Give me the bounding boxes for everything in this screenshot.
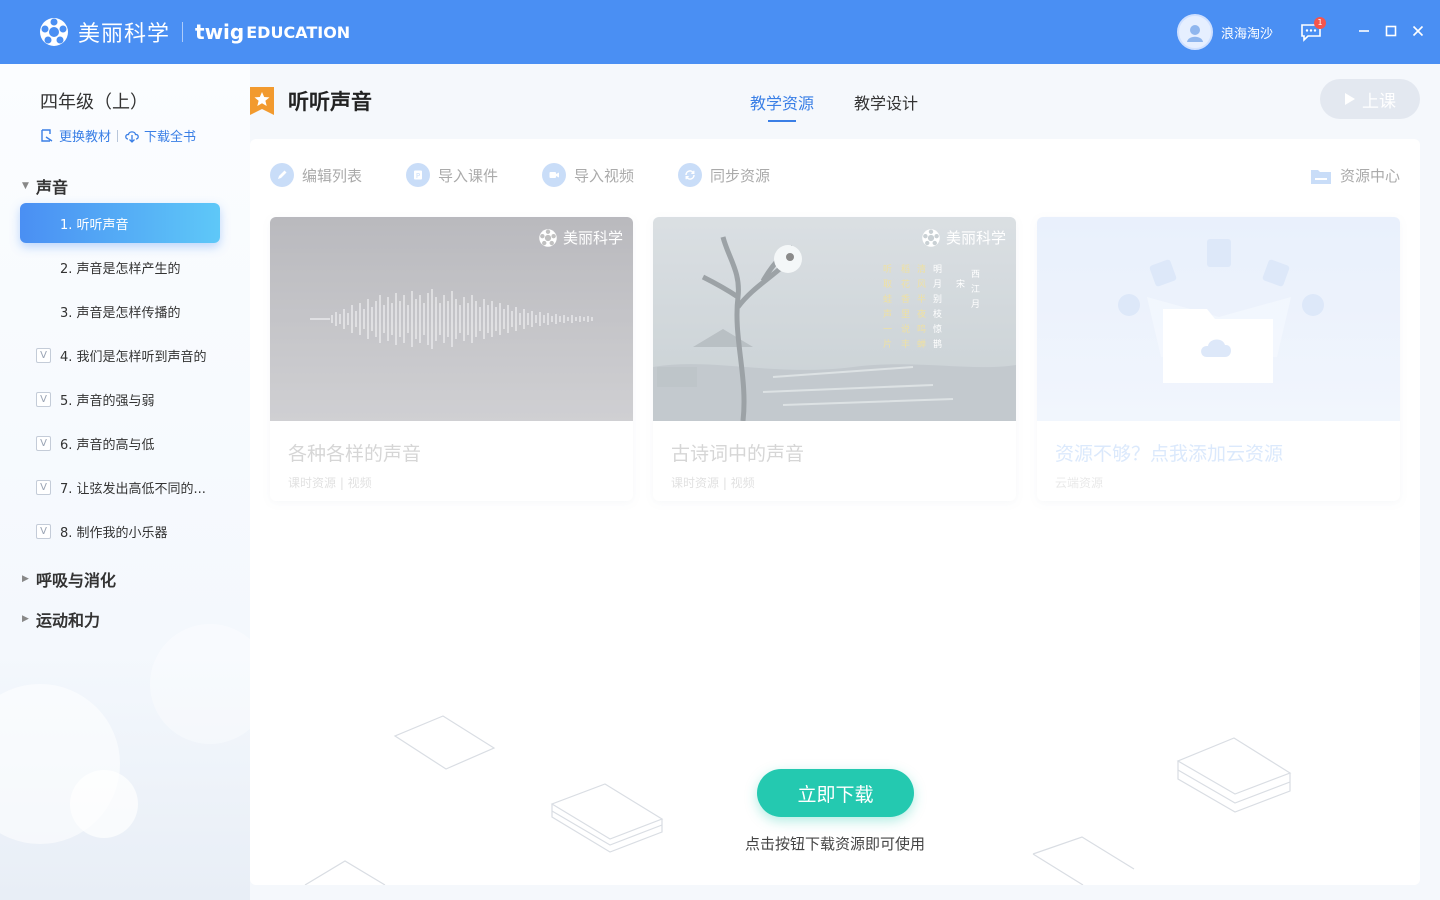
lesson-title: 听听声音: [288, 90, 372, 114]
unit-breathing-digestion[interactable]: ▶ 呼吸与消化: [22, 567, 116, 591]
download-book-label: 下载全书: [144, 130, 197, 145]
lesson-item-3[interactable]: 3. 声音是怎样传播的: [20, 291, 220, 331]
unit-label: 运动和力: [36, 611, 101, 630]
partner-education: EDUCATION: [246, 22, 351, 42]
resource-panel: 编辑列表 P 导入课件 导入视频 同步资源 资源中心 美丽科学 各种各样的声音 …: [250, 139, 1420, 885]
lesson-item-8[interactable]: V 8. 制作我的小乐器: [20, 511, 220, 551]
book-actions: 更换教材 下载全书: [40, 126, 196, 145]
user-avatar-icon: [1187, 25, 1203, 42]
unit-motion-force[interactable]: ▶ 运动和力: [22, 607, 100, 631]
lesson-label: 5. 声音的强与弱: [60, 393, 155, 409]
change-book-link[interactable]: 更换教材: [40, 126, 111, 145]
lesson-header: 听听声音: [250, 86, 372, 116]
user-menu[interactable]: 浪海淘沙: [1177, 14, 1273, 50]
download-now-button[interactable]: 立即下载: [757, 769, 914, 817]
grade-title: 四年级（上）: [40, 92, 148, 113]
partner-twig: twig: [195, 20, 245, 44]
tab-teaching-design[interactable]: 教学设计: [854, 90, 918, 122]
lesson-label: 2. 声音是怎样产生的: [60, 261, 181, 277]
start-class-button[interactable]: 上课: [1320, 79, 1420, 119]
brand-logo-icon: [40, 18, 68, 46]
sidebar-decoration: [70, 770, 138, 838]
sidebar: 四年级（上） 更换教材 下载全书 ▼ 声音 1. 听听声音 2. 声音是怎样产生…: [0, 64, 250, 900]
maximize-icon: [1385, 25, 1397, 37]
unit-sound[interactable]: ▼ 声音: [22, 174, 68, 198]
user-name[interactable]: 浪海淘沙: [1221, 23, 1273, 42]
content-tabs: 教学资源 教学设计: [750, 90, 918, 122]
lesson-check-icon: V: [36, 347, 51, 363]
close-button[interactable]: [1410, 22, 1426, 40]
lesson-item-7[interactable]: V 7. 让弦发出高低不同的...: [20, 467, 220, 507]
lesson-label: 6. 声音的高与低: [60, 437, 155, 453]
download-hint: 点击按钮下载资源即可使用: [744, 835, 925, 853]
message-button[interactable]: 1: [1300, 17, 1326, 42]
caret-right-icon: ▶: [22, 614, 29, 624]
lesson-item-1[interactable]: 1. 听听声音: [20, 203, 220, 243]
swap-book-icon: [41, 129, 53, 142]
lesson-check-icon: V: [36, 391, 51, 407]
lesson-check-icon: V: [36, 523, 51, 539]
brand-name: 美丽科学: [78, 22, 171, 47]
sidebar-decoration: [150, 624, 250, 744]
avatar[interactable]: [1177, 14, 1213, 50]
lesson-item-2[interactable]: 2. 声音是怎样产生的: [20, 247, 220, 287]
maximize-button[interactable]: [1383, 22, 1399, 40]
caret-down-icon: ▼: [22, 181, 29, 191]
title-bar: 美丽科学 twig EDUCATION 浪海淘沙 1: [0, 0, 1440, 64]
minimize-icon: [1359, 30, 1369, 32]
lesson-item-6[interactable]: V 6. 声音的高与低: [20, 423, 220, 463]
caret-right-icon: ▶: [22, 574, 29, 584]
download-book-link[interactable]: 下载全书: [124, 126, 196, 145]
lesson-item-4[interactable]: V 4. 我们是怎样听到声音的: [20, 335, 220, 375]
brand-divider: [182, 22, 184, 42]
lesson-check-icon: V: [36, 435, 51, 451]
brand: 美丽科学 twig EDUCATION: [38, 16, 350, 48]
lesson-label: 1. 听听声音: [60, 217, 129, 233]
close-icon: [1412, 25, 1424, 37]
link-divider: [117, 129, 119, 142]
lesson-label: 3. 声音是怎样传播的: [60, 305, 181, 321]
message-count-badge: 1: [1314, 17, 1326, 29]
start-class-label: 上课: [1362, 91, 1396, 112]
change-book-label: 更换教材: [59, 130, 112, 145]
lesson-label: 8. 制作我的小乐器: [60, 525, 168, 541]
unit-label: 呼吸与消化: [36, 571, 117, 590]
minimize-button[interactable]: [1356, 22, 1372, 40]
tab-teaching-resources[interactable]: 教学资源: [750, 90, 814, 122]
lesson-label: 4. 我们是怎样听到声音的: [60, 349, 207, 365]
cloud-download-icon: [125, 130, 139, 143]
lesson-label: 7. 让弦发出高低不同的...: [60, 481, 206, 497]
lesson-item-5[interactable]: V 5. 声音的强与弱: [20, 379, 220, 419]
unit-label: 声音: [36, 178, 69, 197]
play-icon: [1345, 93, 1355, 105]
star-bookmark-icon: [250, 87, 274, 115]
lesson-check-icon: V: [36, 479, 51, 495]
